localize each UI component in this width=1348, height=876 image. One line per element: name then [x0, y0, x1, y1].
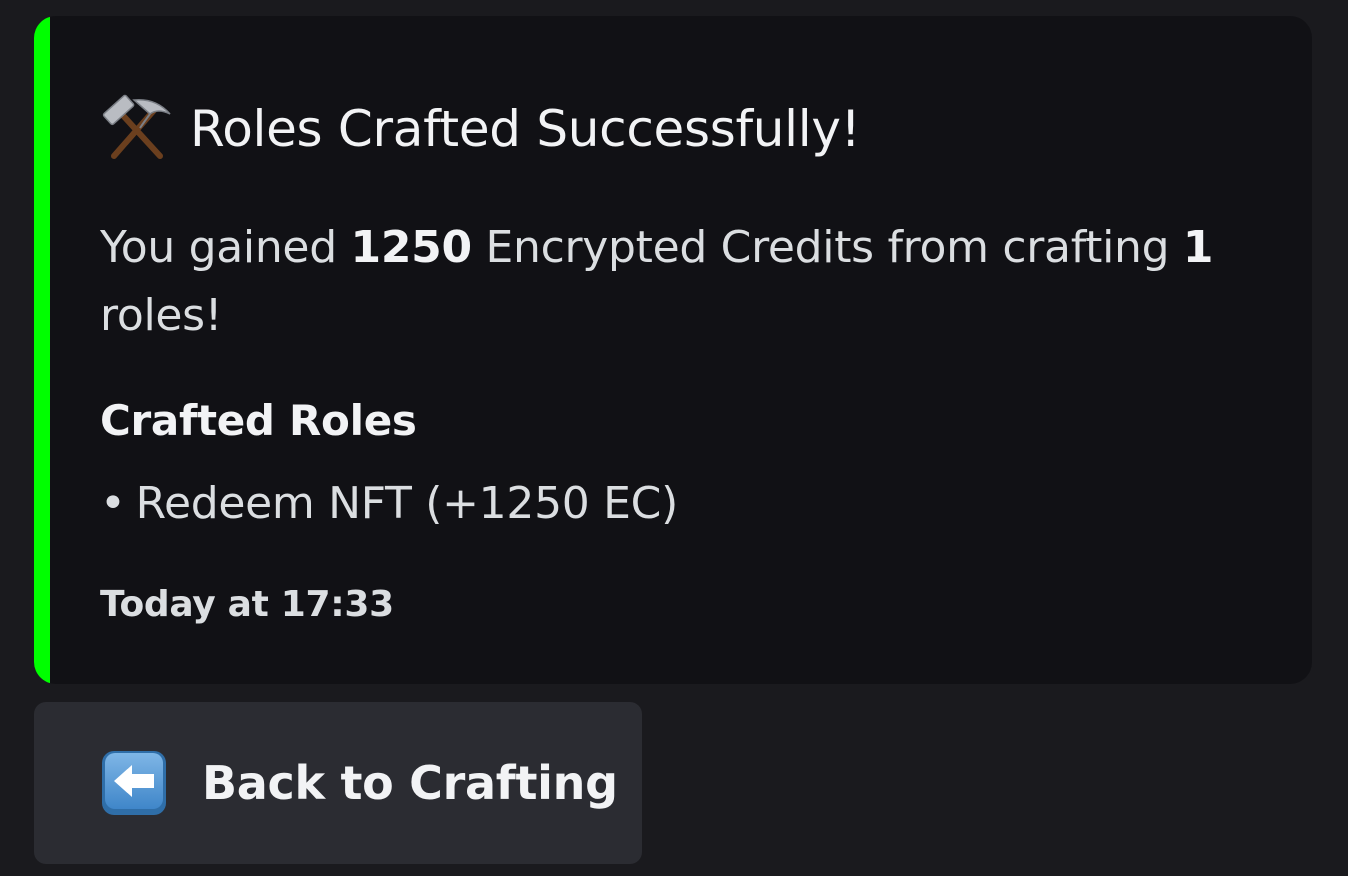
left-arrow-icon [100, 749, 168, 817]
crafted-role-item: Redeem NFT (+1250 EC) [135, 478, 679, 529]
description-text-3: roles! [100, 290, 223, 341]
field-value: • Redeem NFT (+1250 EC) [100, 478, 678, 529]
embed-accent-bar [34, 16, 50, 684]
back-to-crafting-label: Back to Crafting [202, 756, 618, 810]
description-text-1: You gained [100, 222, 351, 273]
hammer-and-pick-icon [100, 92, 174, 166]
field-title: Crafted Roles [100, 396, 417, 445]
embed-timestamp: Today at 17:33 [100, 584, 394, 625]
embed-title-row: Roles Crafted Successfully! [100, 92, 861, 166]
embed-title: Roles Crafted Successfully! [190, 100, 861, 158]
roles-count: 1 [1182, 222, 1214, 273]
credits-amount: 1250 [350, 222, 473, 273]
description-text-2: Encrypted Credits from crafting [471, 222, 1183, 273]
embed-card: Roles Crafted Successfully! You gained 1… [34, 16, 1312, 684]
list-bullet: • [100, 478, 126, 529]
embed-description: You gained 1250 Encrypted Credits from c… [100, 214, 1260, 350]
back-to-crafting-button[interactable]: Back to Crafting [34, 702, 642, 864]
